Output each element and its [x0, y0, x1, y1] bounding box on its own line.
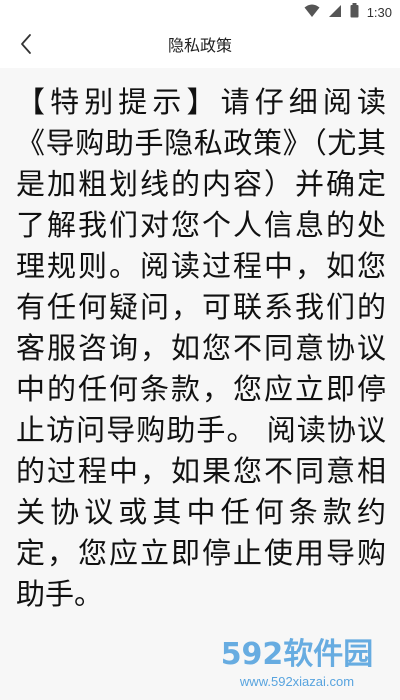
nav-bar: 隐私政策: [0, 24, 400, 68]
policy-content[interactable]: 【特别提示】请仔细阅读《导购助手隐私政策》（尤其是加粗划线的内容）并确定了解我们…: [0, 68, 400, 700]
back-button[interactable]: [10, 30, 42, 62]
status-icons: 1:30: [304, 2, 392, 22]
policy-paragraph: 【特别提示】请仔细阅读《导购助手隐私政策》（尤其是加粗划线的内容）并确定了解我们…: [16, 85, 386, 611]
page-title: 隐私政策: [167, 36, 232, 55]
status-time: 1:30: [366, 4, 392, 20]
status-bar: 1:30: [0, 0, 400, 24]
chevron-left-icon: [19, 33, 33, 59]
signal-icon: [328, 3, 342, 22]
wifi-icon: [304, 3, 320, 22]
battery-icon: [350, 2, 359, 22]
